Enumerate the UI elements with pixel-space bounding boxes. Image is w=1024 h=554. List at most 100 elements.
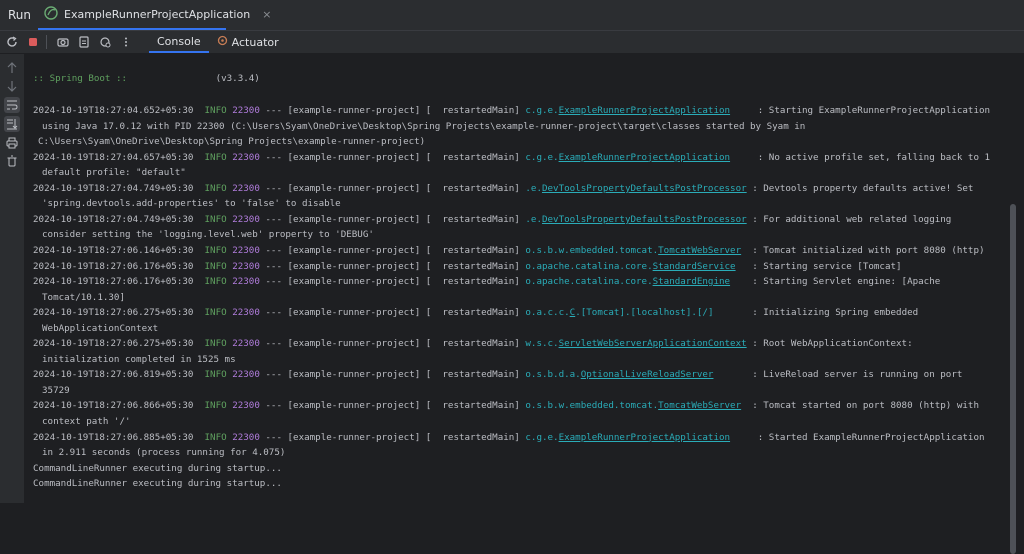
log-continuation: context path '/' bbox=[42, 416, 131, 427]
log-thread: --- [example-runner-project] [ restarted… bbox=[259, 244, 526, 256]
log-continuation: 35729 bbox=[42, 384, 70, 396]
logger-class: ExampleRunnerProjectApplication bbox=[558, 105, 731, 116]
logger-prefix: c.g.e. bbox=[525, 151, 559, 163]
log-thread: --- [example-runner-project] [ restarted… bbox=[259, 307, 526, 319]
logger-link[interactable]: .e.DevToolsPropertyDefaultsPostProcessor bbox=[525, 214, 746, 225]
log-line: 2024-10-19T18:27:06.885+05:30 INFO 22300… bbox=[33, 430, 985, 445]
log-pad bbox=[730, 152, 758, 163]
log-pid: 22300 bbox=[232, 276, 260, 288]
export-icon[interactable] bbox=[75, 33, 93, 51]
log-line: 2024-10-19T18:27:06.176+05:30 INFO 22300… bbox=[33, 259, 902, 274]
console-output[interactable]: :: Spring Boot :: (v3.3.4) 2024-10-19T18… bbox=[24, 54, 1016, 554]
log-pid: 22300 bbox=[232, 400, 260, 412]
stdout-line: CommandLineRunner executing during start… bbox=[33, 462, 282, 474]
log-thread: --- [example-runner-project] [ restarted… bbox=[259, 276, 526, 288]
log-pid: 22300 bbox=[232, 244, 260, 256]
logger-link[interactable]: c.g.e.ExampleRunnerProjectApplication bbox=[525, 105, 730, 116]
logger-link[interactable]: .e.DevToolsPropertyDefaultsPostProcessor bbox=[525, 183, 746, 194]
logger-prefix: o.s.b.w.embedded.tomcat. bbox=[525, 400, 659, 412]
log-continuation: in 2.911 seconds (process running for 4.… bbox=[42, 447, 286, 459]
log-line: 2024-10-19T18:27:06.176+05:30 INFO 22300… bbox=[33, 274, 940, 289]
log-timestamp: 2024-10-19T18:27:06.885+05:30 bbox=[33, 431, 194, 443]
log-line: 2024-10-19T18:27:06.275+05:30 INFO 22300… bbox=[33, 336, 913, 351]
scroll-to-end-icon[interactable] bbox=[4, 116, 20, 132]
log-pad bbox=[730, 432, 758, 443]
logger-link[interactable]: o.s.b.d.a.OptionalLiveReloadServer bbox=[525, 369, 713, 380]
log-pad bbox=[713, 307, 752, 318]
log-pad bbox=[730, 105, 758, 116]
log-message: : Starting Servlet engine: [Apache bbox=[752, 276, 941, 288]
log-continuation: default profile: "default" bbox=[42, 167, 186, 179]
close-icon[interactable]: × bbox=[262, 8, 271, 21]
logger-prefix: c.g.e. bbox=[525, 105, 559, 116]
tab-console[interactable]: Console bbox=[149, 31, 209, 53]
soft-wrap-icon[interactable] bbox=[4, 97, 20, 113]
logger-class: DevToolsPropertyDefaultsPostProcessor bbox=[541, 182, 747, 194]
log-pid: 22300 bbox=[232, 369, 260, 381]
log-message: : Devtools property defaults active! Set bbox=[752, 182, 974, 194]
logger-prefix: o.apache.catalina.core. bbox=[525, 260, 653, 272]
log-pad bbox=[741, 400, 752, 411]
log-line: 2024-10-19T18:27:04.652+05:30 INFO 22300… bbox=[33, 103, 990, 118]
log-continuation: consider setting the 'logging.level.web'… bbox=[42, 229, 374, 241]
screenshot-icon[interactable] bbox=[54, 33, 72, 51]
logger-prefix: o.s.b.d.a. bbox=[525, 369, 581, 381]
more-icon[interactable] bbox=[117, 33, 135, 51]
tab-actuator[interactable]: Actuator bbox=[209, 31, 287, 53]
logger-class: DevToolsPropertyDefaultsPostProcessor bbox=[541, 213, 747, 225]
banner-version: (v3.3.4) bbox=[215, 73, 260, 84]
log-message: : Starting ExampleRunnerProjectApplicati… bbox=[757, 105, 991, 116]
rerun-icon[interactable] bbox=[3, 33, 21, 51]
logger-link[interactable]: o.apache.catalina.core.StandardService bbox=[525, 261, 735, 272]
stop-icon[interactable] bbox=[24, 33, 42, 51]
banner-name: :: Spring Boot :: bbox=[33, 73, 128, 84]
logger-prefix: w.s.c. bbox=[525, 338, 559, 350]
log-pid: 22300 bbox=[232, 431, 260, 443]
logger-suffix: .[Tomcat].[localhost].[/] bbox=[575, 307, 714, 319]
log-thread: --- [example-runner-project] [ restarted… bbox=[259, 338, 526, 350]
log-timestamp: 2024-10-19T18:27:04.749+05:30 bbox=[33, 213, 194, 225]
log-timestamp: 2024-10-19T18:27:06.176+05:30 bbox=[33, 260, 194, 272]
run-tab-label: ExampleRunnerProjectApplication bbox=[64, 7, 251, 21]
log-level: INFO bbox=[204, 244, 227, 256]
log-thread: --- [example-runner-project] [ restarted… bbox=[259, 431, 526, 443]
logger-link[interactable]: o.s.b.w.embedded.tomcat.TomcatWebServer bbox=[525, 245, 741, 256]
log-pid: 22300 bbox=[232, 151, 260, 163]
logger-class: TomcatWebServer bbox=[658, 400, 742, 412]
log-thread: --- [example-runner-project] [ restarted… bbox=[259, 182, 526, 194]
tab-actuator-label: Actuator bbox=[231, 35, 279, 49]
log-continuation: WebApplicationContext bbox=[42, 322, 159, 334]
logger-link[interactable]: c.g.e.ExampleRunnerProjectApplication bbox=[525, 152, 730, 163]
logger-link[interactable]: o.s.b.w.embedded.tomcat.TomcatWebServer bbox=[525, 400, 741, 411]
log-continuation: 'spring.devtools.add-properties' to 'fal… bbox=[42, 198, 341, 210]
toolbar-divider bbox=[46, 35, 47, 49]
trash-icon[interactable] bbox=[4, 153, 20, 169]
stdout-line: CommandLineRunner executing during start… bbox=[33, 478, 282, 490]
logger-class: ExampleRunnerProjectApplication bbox=[558, 151, 731, 163]
logger-link[interactable]: w.s.c.ServletWebServerApplicationContext bbox=[525, 338, 746, 349]
run-tab-application[interactable]: ExampleRunnerProjectApplication × bbox=[38, 0, 271, 30]
logger-link[interactable]: o.a.c.c.C.[Tomcat].[localhost].[/] bbox=[525, 307, 713, 318]
logger-class: StandardService bbox=[652, 260, 736, 272]
up-arrow-icon[interactable] bbox=[4, 60, 20, 76]
log-line: 2024-10-19T18:27:06.146+05:30 INFO 22300… bbox=[33, 243, 985, 258]
log-message: : Started ExampleRunnerProjectApplicatio… bbox=[757, 431, 985, 443]
log-timestamp: 2024-10-19T18:27:06.275+05:30 bbox=[33, 338, 194, 350]
logger-prefix: .e. bbox=[525, 182, 542, 194]
log-level: INFO bbox=[204, 338, 227, 350]
down-arrow-icon[interactable] bbox=[4, 78, 20, 94]
log-thread: --- [example-runner-project] [ restarted… bbox=[259, 260, 526, 272]
log-pad bbox=[713, 369, 752, 380]
log-pid: 22300 bbox=[232, 105, 260, 116]
print-icon[interactable] bbox=[4, 135, 20, 151]
log-thread: --- [example-runner-project] [ restarted… bbox=[259, 213, 526, 225]
logger-prefix: .e. bbox=[525, 213, 542, 225]
log-pad bbox=[736, 261, 753, 272]
vertical-scrollbar[interactable] bbox=[1010, 204, 1016, 554]
debug-icon[interactable] bbox=[96, 33, 114, 51]
log-pad bbox=[741, 245, 752, 256]
log-level: INFO bbox=[204, 151, 227, 163]
log-pid: 22300 bbox=[232, 307, 260, 319]
logger-link[interactable]: c.g.e.ExampleRunnerProjectApplication bbox=[525, 432, 730, 443]
logger-link[interactable]: o.apache.catalina.core.StandardEngine bbox=[525, 276, 730, 287]
